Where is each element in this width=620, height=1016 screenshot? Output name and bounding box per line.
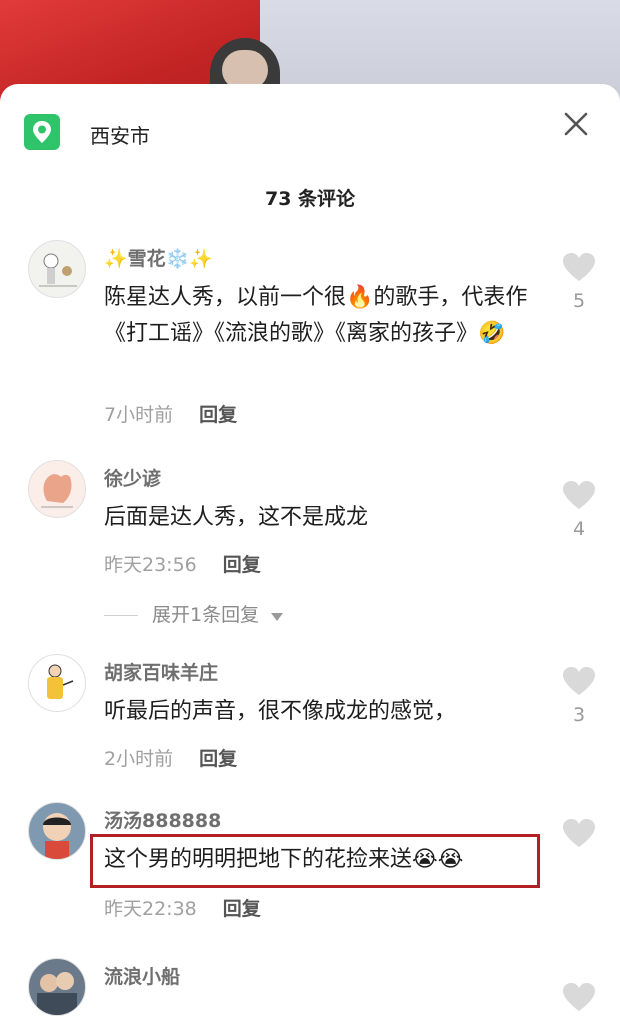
heart-icon — [563, 481, 595, 509]
comment-text: 陈星达人秀，以前一个很🔥的歌手，代表作《打工谣》《流浪的歌》《离家的孩子》🤣 — [104, 285, 528, 346]
like-button[interactable] — [562, 818, 596, 856]
comment-time: 2小时前 — [104, 748, 174, 770]
comment-username[interactable]: ✨雪花❄️✨ — [104, 244, 213, 271]
like-count: 5 — [572, 290, 586, 312]
avatar[interactable] — [28, 802, 86, 860]
location-pin-icon — [24, 114, 60, 150]
comment-time: 昨天22:38 — [104, 898, 197, 920]
comment-meta: 昨天22:38 回复 — [104, 894, 261, 921]
like-button[interactable]: 4 — [562, 480, 596, 540]
comment-meta: 7小时前 回复 — [104, 400, 237, 427]
location-name: 西安市 — [90, 124, 150, 148]
comment-count-title: 73 条评论 — [264, 188, 356, 210]
like-button[interactable] — [562, 982, 596, 1016]
avatar[interactable] — [28, 240, 86, 298]
comment-username[interactable]: 汤汤888888 — [104, 806, 221, 833]
expand-replies-label: 展开1条回复 — [152, 604, 260, 626]
like-button[interactable]: 3 — [562, 666, 596, 726]
close-icon[interactable] — [560, 108, 592, 140]
highlight-box — [90, 834, 540, 888]
heart-icon — [563, 983, 595, 1011]
avatar[interactable] — [28, 460, 86, 518]
divider — [104, 615, 138, 616]
heart-icon — [563, 667, 595, 695]
comment-text: 后面是达人秀，这不是成龙 — [104, 505, 369, 530]
comment-time: 7小时前 — [104, 404, 174, 426]
like-count: 3 — [572, 704, 586, 726]
comment-username[interactable]: 徐少谚 — [104, 464, 161, 491]
reply-button[interactable]: 回复 — [223, 898, 261, 920]
location-row[interactable]: 西安市 — [0, 84, 620, 174]
expand-replies[interactable]: 展开1条回复 — [104, 600, 284, 627]
comment-sheet: 西安市 73 条评论 ✨雪花❄️✨ 陈星达人秀，以前一个很🔥的歌手，代表作《打工… — [0, 84, 620, 1016]
avatar[interactable] — [28, 654, 86, 712]
comment-meta: 昨天23:56 回复 — [104, 550, 261, 577]
like-button[interactable]: 5 — [562, 252, 596, 312]
avatar[interactable] — [28, 958, 86, 1016]
comment-meta: 2小时前 回复 — [104, 744, 237, 771]
comment-username[interactable]: 胡家百味羊庄 — [104, 658, 218, 685]
reply-button[interactable]: 回复 — [223, 554, 261, 576]
heart-icon — [563, 253, 595, 281]
reply-button[interactable]: 回复 — [199, 748, 237, 770]
like-count: 4 — [572, 518, 586, 540]
heart-icon — [563, 819, 595, 847]
reply-button[interactable]: 回复 — [199, 404, 237, 426]
comment-time: 昨天23:56 — [104, 554, 197, 576]
caret-down-icon — [271, 613, 284, 621]
comment-username[interactable]: 流浪小船 — [104, 962, 180, 989]
comment-text: 听最后的声音，很不像成龙的感觉， — [104, 699, 457, 724]
